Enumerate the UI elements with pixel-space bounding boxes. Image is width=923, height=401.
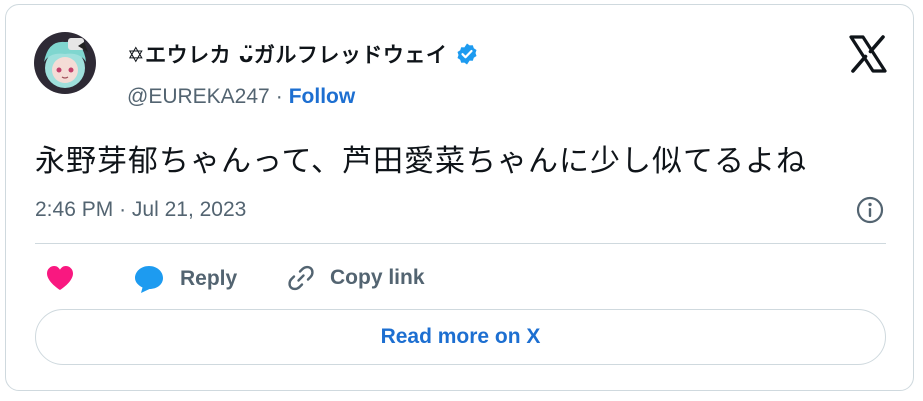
author-display-name[interactable]: ✡エウレカ ᴗ̈ガルフレッドウェイ bbox=[127, 39, 447, 69]
author-handle-row: @EUREKA247 · Follow bbox=[127, 85, 355, 109]
reply-bubble-icon bbox=[135, 266, 163, 293]
copy-link-label: Copy link bbox=[330, 266, 425, 289]
tweet-date: Jul 21, 2023 bbox=[131, 198, 247, 221]
heart-icon bbox=[47, 266, 73, 290]
timestamp-separator: · bbox=[119, 198, 127, 221]
embedded-tweet-card: ✡エウレカ ᴗ̈ガルフレッドウェイ @EUREKA247 · Follow 永野… bbox=[5, 4, 914, 391]
author-name-row[interactable]: ✡エウレカ ᴗ̈ガルフレッドウェイ bbox=[127, 39, 479, 69]
handle-separator: · bbox=[275, 85, 283, 108]
tweet-timestamp[interactable]: 2:46 PM · Jul 21, 2023 bbox=[35, 198, 246, 222]
reply-button[interactable]: Reply bbox=[132, 263, 237, 295]
link-icon bbox=[288, 265, 314, 291]
info-icon[interactable] bbox=[855, 195, 885, 225]
follow-link[interactable]: Follow bbox=[289, 85, 356, 109]
reply-label: Reply bbox=[180, 267, 238, 290]
x-logo-icon[interactable] bbox=[848, 34, 888, 74]
author-handle[interactable]: @EUREKA247 bbox=[127, 85, 270, 109]
copy-link-button[interactable]: Copy link bbox=[286, 263, 425, 293]
like-button[interactable] bbox=[44, 263, 76, 293]
avatar[interactable] bbox=[34, 32, 96, 94]
divider bbox=[35, 243, 886, 244]
read-more-label: Read more on X bbox=[380, 325, 541, 348]
tweet-text: 永野芽郁ちゃんって、芦田愛菜ちゃんに少し似てるよね bbox=[35, 144, 807, 179]
verified-badge-icon bbox=[457, 43, 477, 65]
read-more-button[interactable]: Read more on X bbox=[35, 309, 886, 365]
tweet-time: 2:46 PM bbox=[35, 198, 114, 221]
